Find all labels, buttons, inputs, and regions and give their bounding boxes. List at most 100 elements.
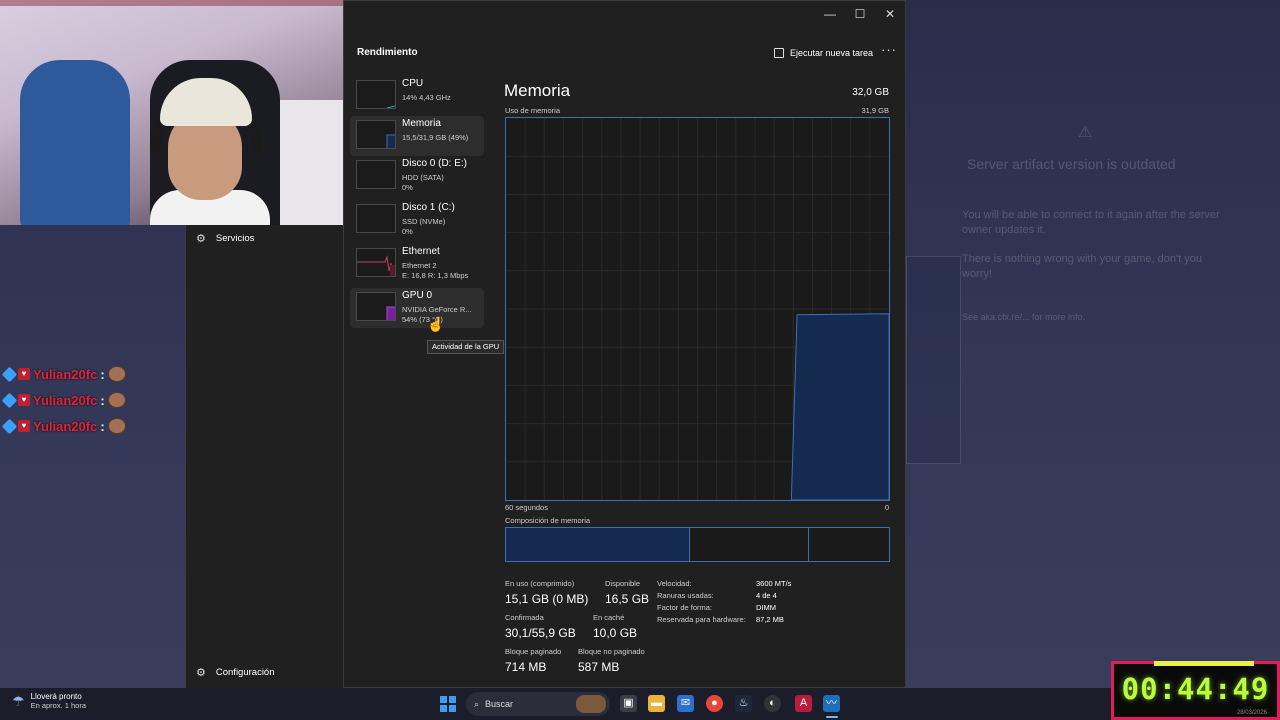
maximize-button[interactable]: ☐ (846, 4, 874, 26)
nav-item-label: Servicios (215, 232, 255, 244)
ethernet-thumbnail (356, 248, 396, 277)
stat-value: 10,0 GB (593, 626, 638, 640)
gpu-thumbnail (356, 292, 396, 321)
perf-item-detail: Ethernet 2 E: 16,8 R: 1,3 Mbps (402, 261, 468, 281)
perf-item-detail: 15,5/31,9 GB (49%) (402, 133, 469, 142)
run-new-task-button[interactable]: Ejecutar nueva tarea (774, 45, 873, 61)
perf-item-disk1[interactable]: Disco 1 (C:) SSD (NVMe) 0% (350, 200, 484, 240)
chat-message: ♥ Yulian20fc : (1, 365, 126, 383)
mouse-cursor-icon: ☝ (427, 316, 445, 332)
badge-icon: ♥ (18, 368, 30, 380)
chat-message: ♥ Yulian20fc : (1, 391, 126, 409)
taskbar-search[interactable]: ⌕ Buscar (466, 692, 610, 716)
perf-item-ethernet[interactable]: Ethernet Ethernet 2 E: 16,8 R: 1,3 Mbps (350, 244, 484, 284)
memory-usage-graph (505, 117, 890, 501)
search-placeholder: Buscar (485, 699, 514, 709)
dialog-text: You will be able to connect to it again … (962, 209, 1220, 236)
stat-label: En uso (comprimido) (505, 579, 575, 588)
windows-logo-icon (440, 705, 447, 712)
badge-icon (1, 392, 18, 408)
perf-item-detail-line: Ethernet 2 (402, 261, 437, 270)
usage-label: Uso de memoria (505, 106, 561, 115)
weather-widget[interactable]: ☂ Lloverá pronto En aprox. 1 hora (12, 692, 86, 710)
stat-label: Disponible (605, 579, 641, 588)
task-manager-nav-strip (185, 225, 343, 688)
disk1-thumbnail (356, 204, 396, 233)
emote-icon (107, 366, 126, 382)
steam-icon[interactable]: ♨ (735, 695, 752, 712)
windows-logo-icon (449, 696, 456, 703)
memory-title: Memoria (504, 81, 571, 100)
chrome-icon[interactable]: ● (706, 695, 723, 712)
perf-item-name: Disco 0 (D: E:) (402, 158, 468, 169)
nav-item-services[interactable]: ⚙ Servicios (196, 230, 254, 246)
stat-label: En caché (593, 613, 625, 622)
perf-item-detail-line: SSD (NVMe) (402, 217, 446, 226)
warning-icon: ⚠ (1078, 124, 1093, 141)
chat-username: Yulian20fc (33, 366, 98, 382)
perf-item-name: Memoria (402, 118, 441, 129)
dialog-panel (906, 256, 961, 464)
stat-label: Bloque paginado (505, 647, 562, 656)
dialog-text: There is nothing wrong with your game, d… (962, 253, 1202, 280)
detail-label: Factor de forma: (657, 603, 713, 612)
task-manager-icon[interactable]: 〰 (823, 695, 840, 712)
memory-usage-area (790, 313, 889, 500)
run-task-label: Ejecutar nueva tarea (790, 48, 874, 58)
file-explorer-icon[interactable]: ▬ (648, 695, 665, 712)
perf-item-memory[interactable]: Memoria 15,5/31,9 GB (49%) (350, 116, 484, 156)
task-view-icon[interactable]: ▣ (620, 695, 637, 712)
perf-item-detail: HDD (SATA) 0% (402, 173, 444, 193)
detail-value: 4 de 4 (756, 591, 777, 600)
perf-item-detail: 14% 4,43 GHz (402, 93, 451, 102)
minimize-button[interactable]: — (816, 4, 844, 26)
perf-item-name: Disco 1 (C:) (402, 202, 455, 213)
adobe-icon[interactable]: A (795, 695, 812, 712)
timer-accent (1154, 661, 1254, 666)
chat-message: ♥ Yulian20fc : (1, 417, 126, 435)
weather-line2: En aprox. 1 hora (30, 701, 87, 710)
perf-item-detail-line: E: 16,8 R: 1,3 Mbps (402, 271, 469, 280)
perf-item-cpu[interactable]: CPU 14% 4,43 GHz (350, 76, 484, 116)
gear-icon: ⚙ (196, 666, 206, 679)
stream-timer: 00:44:49 28/03/2026 (1111, 661, 1280, 720)
windows-logo-icon (440, 696, 447, 703)
timer-date: 28/03/2026 (1236, 710, 1267, 716)
led-strip (0, 0, 343, 6)
more-options-button[interactable]: ··· (880, 42, 898, 60)
detail-value: DIMM (756, 603, 776, 612)
perf-item-gpu[interactable]: GPU 0 NVIDIA GeForce R... 54% (73 °C) (350, 288, 484, 328)
emote-icon (107, 392, 126, 408)
detail-label: Velocidad: (657, 579, 692, 588)
composition-segment (506, 528, 690, 561)
dialog-title: Server artifact version is outdated (967, 156, 1176, 172)
perf-item-name: GPU 0 (402, 290, 433, 301)
memory-composition-bar (505, 527, 890, 562)
start-button[interactable] (440, 696, 456, 712)
emote-icon (107, 418, 126, 434)
badge-icon (1, 366, 18, 382)
close-button[interactable]: ✕ (876, 4, 904, 26)
stat-value: 16,5 GB (605, 592, 650, 606)
perf-item-detail-line: 0% (402, 183, 413, 192)
search-highlight-icon (576, 695, 606, 713)
memory-thumbnail (356, 120, 396, 149)
stat-value: 15,1 GB (0 MB) (505, 592, 589, 606)
badge-icon: ♥ (18, 420, 30, 432)
perf-item-detail-line: HDD (SATA) (402, 173, 444, 182)
badge-icon (1, 418, 18, 434)
timer-value: 00:44:49 (1121, 672, 1270, 706)
page-title: Rendimiento (357, 47, 418, 58)
weather-line1: Lloverá pronto (30, 692, 82, 701)
perf-item-disk0[interactable]: Disco 0 (D: E:) HDD (SATA) 0% (350, 156, 484, 196)
usage-max: 31,9 GB (861, 106, 889, 115)
disk0-thumbnail (356, 160, 396, 189)
outlook-icon[interactable]: ✉ (677, 695, 694, 712)
app-icon[interactable]: ◐ (764, 695, 781, 712)
gpu-tooltip: Actividad de la GPU (427, 340, 505, 354)
windows-logo-icon (449, 705, 456, 712)
dialog-link: See aka.cfx.re/... for more info. (962, 312, 1086, 322)
nav-item-settings[interactable]: ⚙ Configuración (196, 664, 275, 680)
detail-value: 87,2 MB (756, 615, 784, 624)
detail-label: Ranuras usadas: (657, 591, 714, 600)
